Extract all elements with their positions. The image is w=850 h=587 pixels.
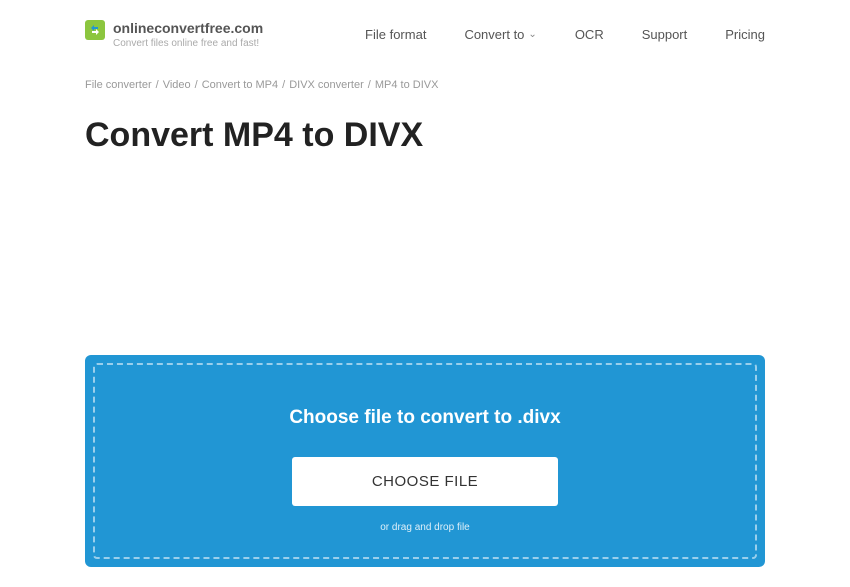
logo-text: onlineconvertfree.com Convert files onli… <box>113 20 263 49</box>
breadcrumb-item[interactable]: MP4 to DIVX <box>375 79 439 91</box>
breadcrumb-item[interactable]: Video <box>163 79 191 91</box>
nav-ocr[interactable]: OCR <box>575 27 604 42</box>
upload-dropzone[interactable]: Choose file to convert to .divx CHOOSE F… <box>93 363 757 559</box>
breadcrumb-item[interactable]: DIVX converter <box>289 79 364 91</box>
breadcrumb-item[interactable]: Convert to MP4 <box>202 79 278 91</box>
breadcrumb-separator: / <box>195 79 198 91</box>
nav-pricing-label: Pricing <box>725 27 765 42</box>
upload-title: Choose file to convert to .divx <box>115 407 735 429</box>
logo-area[interactable]: onlineconvertfree.com Convert files onli… <box>85 20 263 49</box>
site-name: onlineconvertfree.com <box>113 20 263 36</box>
logo-icon <box>85 20 105 40</box>
nav-support[interactable]: Support <box>642 27 688 42</box>
breadcrumb-item[interactable]: File converter <box>85 79 152 91</box>
chevron-down-icon: ⌄ <box>528 29 536 40</box>
nav-support-label: Support <box>642 27 688 42</box>
breadcrumb-separator: / <box>156 79 159 91</box>
nav-convert-to[interactable]: Convert to ⌄ <box>464 27 536 42</box>
nav-ocr-label: OCR <box>575 27 604 42</box>
choose-file-button[interactable]: CHOOSE FILE <box>292 457 558 506</box>
breadcrumb-separator: / <box>368 79 371 91</box>
drag-hint: or drag and drop file <box>115 522 735 533</box>
breadcrumb-separator: / <box>282 79 285 91</box>
page-title: Convert MP4 to DIVX <box>85 116 765 155</box>
nav: File format Convert to ⌄ OCR Support Pri… <box>365 27 765 42</box>
tagline: Convert files online free and fast! <box>113 38 263 49</box>
nav-pricing[interactable]: Pricing <box>725 27 765 42</box>
nav-convert-to-label: Convert to <box>464 27 524 42</box>
upload-area[interactable]: Choose file to convert to .divx CHOOSE F… <box>85 355 765 567</box>
header: onlineconvertfree.com Convert files onli… <box>85 0 765 59</box>
nav-file-format[interactable]: File format <box>365 27 426 42</box>
nav-file-format-label: File format <box>365 27 426 42</box>
breadcrumb: File converter / Video / Convert to MP4 … <box>85 79 765 91</box>
